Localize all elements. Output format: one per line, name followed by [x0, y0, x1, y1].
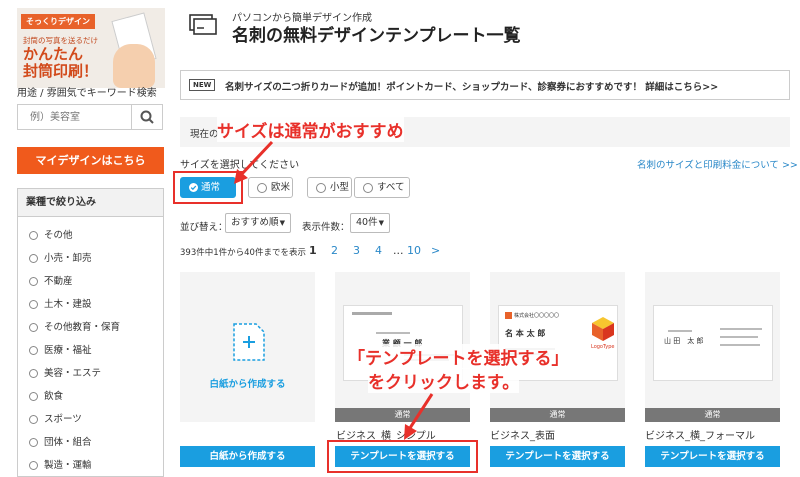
- select-template-button[interactable]: テンプレートを選択する: [490, 446, 625, 467]
- page-ellipsis: ...: [393, 244, 404, 257]
- page-link-current[interactable]: 1: [309, 244, 317, 257]
- industry-option[interactable]: 団体・組合: [29, 434, 92, 448]
- size-option-small[interactable]: 小型: [307, 177, 352, 198]
- page-title: 名刺の無料デザインテンプレート一覧: [232, 26, 521, 46]
- card-preview: 山 田 太 郎: [653, 305, 773, 381]
- radio-icon: [29, 415, 38, 424]
- industry-option[interactable]: 医療・福祉: [29, 342, 92, 356]
- logo-mark-icon: [505, 312, 512, 319]
- industry-option[interactable]: 製造・運輸: [29, 457, 92, 471]
- dropdown-arrow-icon: ▼: [279, 219, 285, 227]
- blank-template-label: 白紙から作成する: [209, 379, 286, 390]
- industry-option[interactable]: 不動産: [29, 273, 73, 287]
- industry-filter-title: 業種で絞り込み: [18, 189, 163, 217]
- logo-cube-icon: [592, 317, 614, 341]
- create-blank-button[interactable]: 白紙から作成する: [180, 446, 315, 467]
- sort-label: 並び替え：: [180, 222, 228, 233]
- radio-icon: [316, 182, 326, 193]
- preview-text-line: [352, 312, 392, 315]
- select-template-button[interactable]: テンプレートを選択する: [645, 446, 780, 467]
- preview-text-line: [720, 328, 762, 330]
- check-circle-icon: [189, 183, 198, 192]
- radio-icon: [29, 231, 38, 240]
- next-page-link[interactable]: >: [431, 244, 440, 257]
- radio-icon: [29, 438, 38, 447]
- my-design-button[interactable]: マイデザインはこちら: [17, 147, 164, 174]
- industry-option[interactable]: その他教育・保育: [29, 319, 120, 333]
- radio-icon: [29, 277, 38, 286]
- preview-name: 山 田 太 郎: [664, 337, 704, 345]
- callout-arrow-icon: [234, 140, 274, 184]
- keyword-search-box: [17, 104, 163, 130]
- callout-arrow-icon: [404, 393, 434, 440]
- size-price-link[interactable]: 名刺のサイズと印刷料金について >>: [637, 157, 798, 171]
- preview-name: 名 本 太 郎: [505, 329, 546, 338]
- industry-option[interactable]: 土木・建設: [29, 296, 92, 310]
- new-badge: NEW: [189, 79, 216, 91]
- industry-filter: 業種で絞り込み その他 小売・卸売 不動産 土木・建設 その他教育・保育 医療・…: [17, 188, 164, 477]
- preview-company: 株式会社〇〇〇〇〇: [514, 313, 560, 319]
- banner-line2: 封筒印刷！: [23, 62, 99, 80]
- page-link[interactable]: 2: [331, 244, 338, 257]
- preview-logotype: LogoType: [591, 344, 615, 350]
- industry-option[interactable]: 小売・卸売: [29, 250, 92, 264]
- search-button[interactable]: [131, 105, 162, 129]
- size-option-all[interactable]: すべて: [354, 177, 410, 198]
- radio-icon: [29, 392, 38, 401]
- banner-line1: かんたん: [23, 45, 84, 63]
- sort-select[interactable]: おすすめ順 ▼: [225, 213, 291, 233]
- hand-image: [113, 44, 155, 88]
- notice-text[interactable]: 名刺サイズの二つ折りカードが追加！ポイントカード、ショップカード、診察券におすす…: [225, 79, 718, 93]
- industry-option[interactable]: スポーツ: [29, 411, 82, 425]
- dropdown-arrow-icon: ▼: [378, 219, 384, 227]
- radio-icon: [29, 300, 38, 309]
- radio-icon: [29, 323, 38, 332]
- business-card-icon: [189, 14, 217, 35]
- preview-text-line: [376, 332, 410, 334]
- radio-icon: [29, 346, 38, 355]
- promo-banner[interactable]: そっくりデザイン 封筒の写真を送るだけ かんたん 封筒印刷！: [17, 8, 165, 88]
- count-label: 表示件数：: [302, 222, 350, 233]
- search-input[interactable]: [18, 105, 142, 129]
- template-card[interactable]: 山 田 太 郎 通常: [645, 272, 780, 422]
- page-link[interactable]: 3: [353, 244, 360, 257]
- select-callout-line2: をクリックします。: [368, 368, 520, 393]
- new-document-icon: [233, 323, 265, 361]
- keyword-search-label: 用途 / 雰囲気でキーワード検索: [17, 88, 157, 99]
- current-filter-label: 現在の: [190, 129, 219, 140]
- notice-banner[interactable]: NEW 名刺サイズの二つ折りカードが追加！ポイントカード、ショップカード、診察券…: [180, 70, 790, 100]
- industry-option[interactable]: 飲食: [29, 388, 63, 402]
- radio-icon: [363, 182, 373, 193]
- size-badge: 通常: [645, 408, 780, 422]
- page-link[interactable]: 10: [407, 244, 421, 257]
- radio-icon: [29, 461, 38, 470]
- result-count: 393件中1件から40件までを表示: [180, 248, 306, 258]
- radio-icon: [29, 369, 38, 378]
- template-name: ビジネス_表面: [490, 431, 555, 442]
- select-template-button[interactable]: テンプレートを選択する: [335, 446, 470, 467]
- preview-text-line: [668, 330, 692, 332]
- page-link[interactable]: 4: [375, 244, 382, 257]
- search-icon: [140, 110, 154, 124]
- blank-template-card[interactable]: 白紙から作成する: [180, 272, 315, 422]
- banner-headline: かんたん 封筒印刷！: [23, 46, 98, 80]
- preview-text-line: [720, 344, 760, 346]
- industry-option[interactable]: その他: [29, 227, 73, 241]
- template-name: ビジネス_横_フォーマル: [645, 431, 755, 442]
- industry-option[interactable]: 美容・エステ: [29, 365, 101, 379]
- size-badge: 通常: [490, 408, 625, 422]
- radio-icon: [29, 254, 38, 263]
- preview-text-line: [720, 336, 758, 338]
- banner-tag: そっくりデザイン: [21, 14, 95, 29]
- select-callout-line1: 「テンプレートを選択する」: [348, 344, 569, 369]
- count-select[interactable]: 40件 ▼: [350, 213, 390, 233]
